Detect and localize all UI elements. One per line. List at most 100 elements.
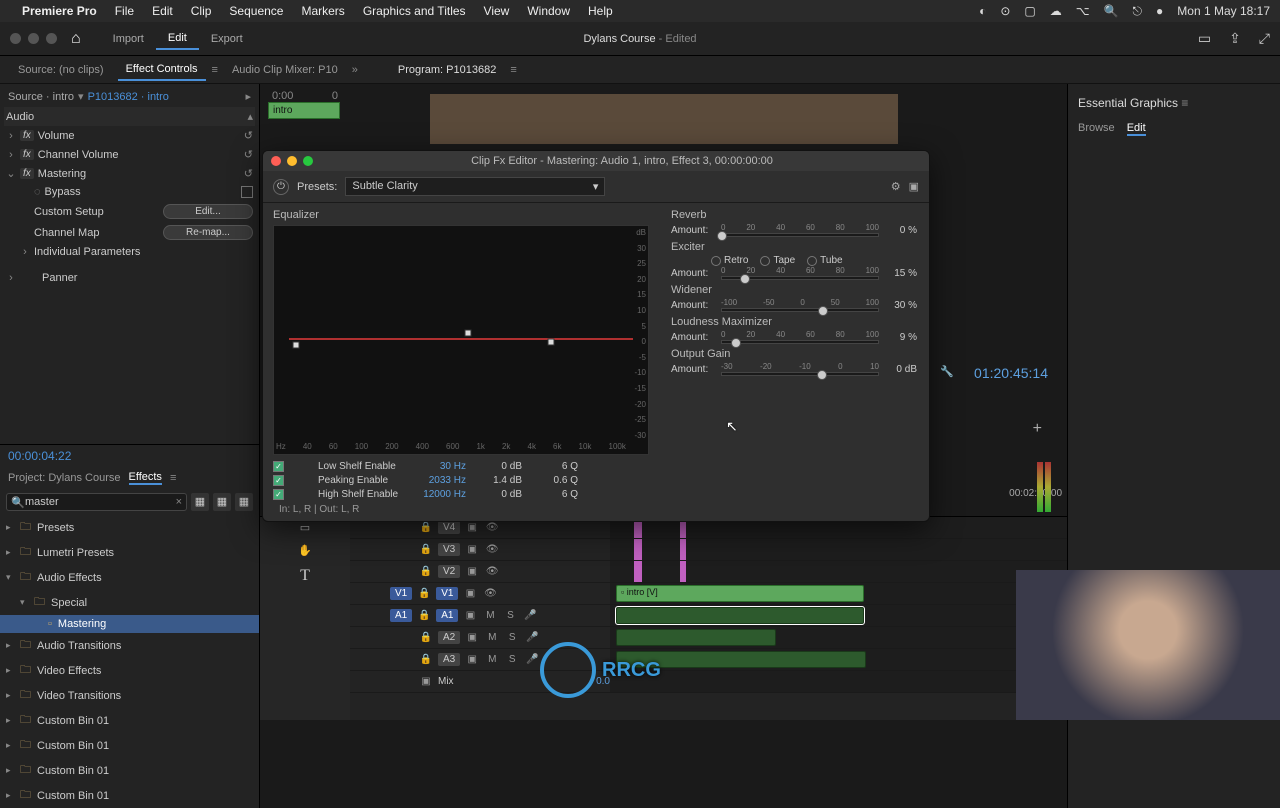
tab-audio-mixer[interactable]: Audio Clip Mixer: P10 [224,60,346,80]
tab-edit[interactable]: Edit [1127,122,1146,136]
audio-clip[interactable] [616,629,776,646]
effects-tree-item[interactable]: ▾🗀Audio Effects [0,565,259,590]
slider-track[interactable] [721,340,879,344]
eye-icon[interactable]: 👁 [484,544,500,555]
effects-tree-item[interactable]: ▸🗀Custom Bin 01 [0,783,259,808]
lock-icon[interactable]: 🔒 [416,588,432,599]
tab-source[interactable]: Source: (no clips) [10,60,112,80]
status-icon[interactable]: ⊙ [1000,4,1010,18]
search-icon[interactable]: 🔍 [1104,4,1119,18]
effects-tree[interactable]: ▸🗀Presets▸🗀Lumetri Presets▾🗀Audio Effect… [0,515,259,808]
slider-thumb[interactable] [717,231,727,241]
eq-enable-checkbox[interactable]: ✓ [273,461,284,472]
tab-project[interactable]: Project: Dylans Course [8,472,121,484]
slider-thumb[interactable] [740,274,750,284]
reset-icon[interactable]: ↺ [244,129,253,142]
wrench-icon[interactable]: 🔧 [940,365,954,378]
effect-mastering[interactable]: Mastering [38,168,240,180]
menu-sequence[interactable]: Sequence [229,4,283,18]
video-clip[interactable] [634,539,642,560]
edit-button[interactable]: Edit... [163,204,253,219]
mic-icon[interactable]: 🎤 [522,610,538,621]
filter-icon[interactable]: ▦ [191,493,209,511]
menu-file[interactable]: File [115,4,134,18]
mode-edit[interactable]: Edit [156,28,199,50]
mic-icon[interactable]: 🎤 [524,654,540,665]
effects-search-input[interactable]: 🔍 master × [6,493,187,511]
effects-tree-item[interactable]: ▸🗀Custom Bin 01 [0,708,259,733]
filter-icon[interactable]: ▦ [235,493,253,511]
panel-menu-icon[interactable]: ≡ [510,64,516,76]
video-clip[interactable] [680,539,686,560]
timecode[interactable]: 00:00:04:22 [0,445,259,467]
control-center-icon[interactable]: ⎋ [1133,4,1143,19]
panel-menu-icon[interactable]: ≡ [170,472,176,484]
toggle-icon[interactable]: ▣ [464,632,480,643]
lock-icon[interactable]: 🔒 [418,522,434,533]
effects-tree-item[interactable]: ▸🗀Presets [0,515,259,540]
status-icon[interactable]: ☁ [1050,4,1062,18]
effects-tree-item[interactable]: ▸🗀Lumetri Presets [0,540,259,565]
play-icon[interactable]: ▸ [245,90,251,103]
dropdown-icon[interactable]: ▾ [78,90,84,103]
slider-thumb[interactable] [818,306,828,316]
zoom-icon[interactable] [303,156,313,166]
toggle-icon[interactable]: ▣ [464,522,480,533]
menu-clip[interactable]: Clip [191,4,212,18]
type-tool-icon[interactable]: T [300,567,310,585]
remap-button[interactable]: Re-map... [163,225,253,240]
battery-icon[interactable]: ▢ [1024,4,1035,18]
param-individual[interactable]: Individual Parameters [34,246,253,258]
hand-tool-icon[interactable]: ✋ [298,544,312,557]
home-icon[interactable]: ⌂ [71,30,81,48]
effects-tree-item[interactable]: ▸🗀Custom Bin 01 [0,733,259,758]
effects-tree-item[interactable]: ▸🗀Custom Bin 01 [0,758,259,783]
tab-program[interactable]: Program: P1013682 [390,60,504,80]
workspace-icon[interactable]: ▭ [1198,30,1211,47]
exciter-radio[interactable]: Tape [760,255,795,266]
effects-tree-item[interactable]: ▫Mastering [0,615,259,633]
lock-icon[interactable]: 🔒 [418,632,434,643]
clear-icon[interactable]: × [176,496,182,508]
slider-track[interactable] [721,372,879,376]
fx-badge[interactable]: fx [20,149,34,160]
fx-badge[interactable]: fx [20,168,34,179]
slider-track[interactable] [721,276,879,280]
eye-icon[interactable]: 👁 [484,522,500,533]
power-toggle[interactable]: ⏻ [273,179,289,195]
lock-icon[interactable]: 🔒 [418,544,434,555]
menu-window[interactable]: Window [527,4,570,18]
filter-icon[interactable]: ▦ [213,493,231,511]
audio-clip[interactable] [616,651,866,668]
eq-enable-checkbox[interactable]: ✓ [273,489,284,500]
effects-tree-item[interactable]: ▸🗀Video Effects [0,658,259,683]
preset-select[interactable]: Subtle Clarity▾ [345,177,605,196]
effects-tree-item[interactable]: ▾🗀Special [0,590,259,615]
scroll-up-icon[interactable]: ▴ [247,110,253,123]
wifi-icon[interactable]: ⌥ [1076,4,1090,18]
bypass-checkbox[interactable] [241,186,253,198]
share-icon[interactable]: ⇪ [1229,30,1241,47]
menu-help[interactable]: Help [588,4,613,18]
eq-point-high[interactable] [547,339,554,346]
menu-markers[interactable]: Markers [301,4,344,18]
toggle-icon[interactable]: ▣ [464,544,480,555]
effect-volume[interactable]: Volume [38,130,240,142]
slider-track[interactable] [721,308,879,312]
equalizer-graph[interactable]: dB302520151050-5-10-15-20-25-30 Hz406010… [273,225,649,455]
minimize-icon[interactable] [287,156,297,166]
slider-track[interactable] [721,233,879,237]
settings-icon[interactable]: ⚙ [891,180,901,193]
menu-edit[interactable]: Edit [152,4,173,18]
toggle-icon[interactable]: ▣ [462,588,478,599]
toggle-icon[interactable]: ▣ [464,654,480,665]
tab-effect-controls[interactable]: Effect Controls [118,59,206,81]
effects-tree-item[interactable]: ▸🗀Video Transitions [0,683,259,708]
tab-effects[interactable]: Effects [129,471,162,485]
effect-panner[interactable]: Panner [42,272,253,284]
lock-icon[interactable]: 🔒 [418,654,434,665]
reset-icon[interactable]: ↺ [244,148,253,161]
bypass-toggle-icon[interactable]: ◌ [34,186,41,198]
eq-point-low[interactable] [293,341,300,348]
toggle-icon[interactable]: ▣ [464,566,480,577]
